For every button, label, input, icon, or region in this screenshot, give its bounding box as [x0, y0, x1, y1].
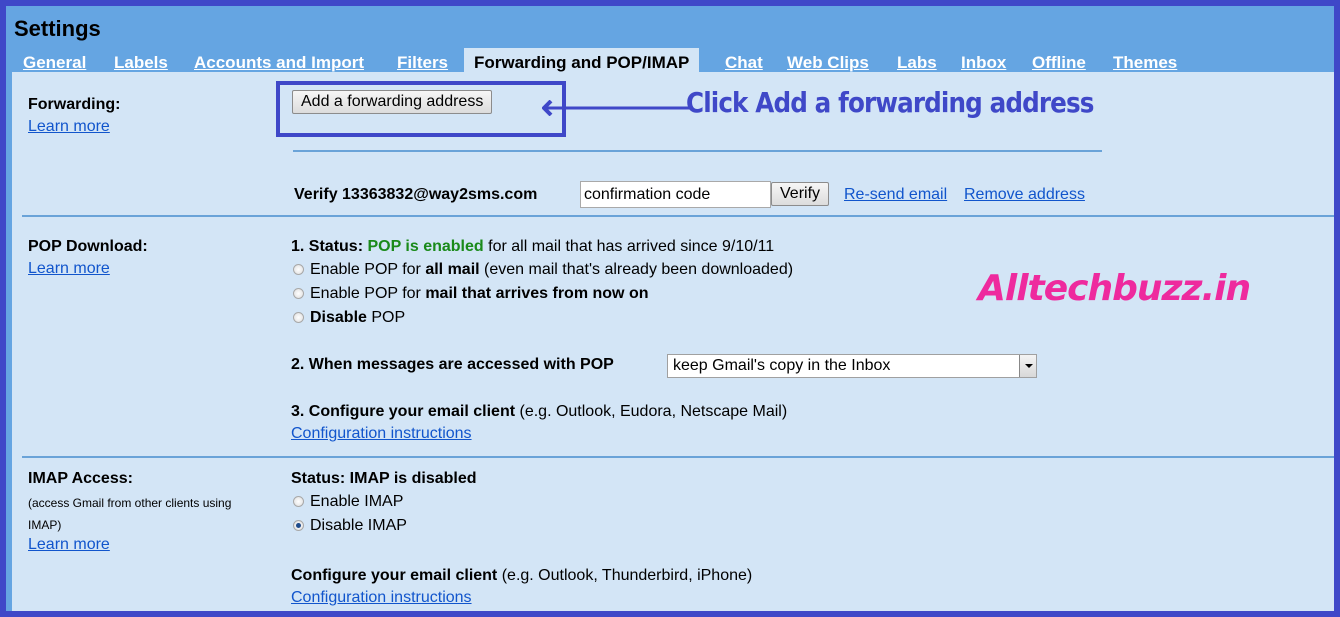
pop-option-all-mail[interactable]: Enable POP for all mail (even mail that'… — [293, 261, 793, 279]
remove-address-link[interactable]: Remove address — [964, 186, 1085, 204]
pop-when-accessed-label: 2. When messages are accessed with POP — [291, 356, 614, 373]
imap-configure-client: Configure your email client (e.g. Outloo… — [291, 567, 752, 585]
pop-action-selected-value: keep Gmail's copy in the Inbox — [673, 357, 891, 374]
watermark: Alltechbuzz.in — [978, 268, 1251, 309]
pop-heading: POP Download: — [28, 238, 148, 255]
callout-annotation: Click Add a forwarding address — [686, 86, 1094, 119]
page-title: Settings — [14, 16, 101, 41]
pop-configuration-instructions-link[interactable]: Configuration instructions — [291, 425, 472, 443]
option-bold-text: mail that arrives from now on — [425, 285, 649, 302]
option-text: Enable POP for — [310, 261, 426, 278]
pop-status-suffix: for all mail that has arrived since 9/10… — [483, 238, 775, 255]
pop-configure-rest: (e.g. Outlook, Eudora, Netscape Mail) — [515, 403, 788, 420]
radio-button[interactable] — [293, 312, 304, 323]
option-bold-text: Disable — [310, 309, 367, 326]
pop-status: 1. Status: POP is enabled for all mail t… — [291, 238, 774, 256]
pop-option-disable[interactable]: Disable POP — [293, 309, 405, 327]
forwarding-divider — [293, 150, 1102, 152]
imap-option-disable[interactable]: Disable IMAP — [293, 517, 407, 535]
confirmation-code-input[interactable]: confirmation code — [580, 181, 771, 208]
option-text: (even mail that's already been downloade… — [479, 261, 794, 278]
section-divider — [22, 215, 1334, 217]
option-text: Enable IMAP — [310, 493, 404, 510]
pop-status-prefix: 1. Status: — [291, 238, 368, 255]
arrow-left-icon — [542, 100, 690, 116]
verify-address-label: Verify 13363832@way2sms.com — [294, 186, 538, 203]
imap-configuration-instructions-link[interactable]: Configuration instructions — [291, 589, 472, 607]
imap-heading: IMAP Access: — [28, 470, 133, 487]
pop-option-from-now-on[interactable]: Enable POP for mail that arrives from no… — [293, 285, 648, 303]
option-text: POP — [366, 309, 406, 326]
imap-learn-more-link[interactable]: Learn more — [28, 536, 110, 554]
radio-button[interactable] — [293, 496, 304, 507]
highlight-box — [276, 81, 566, 137]
verify-button[interactable]: Verify — [771, 182, 830, 206]
section-divider — [22, 456, 1334, 458]
imap-configure-bold: Configure your email client — [291, 567, 498, 584]
settings-content: Forwarding: Learn more Add a forwarding … — [12, 72, 1334, 611]
pop-status-value: POP is enabled — [367, 238, 484, 255]
chevron-down-icon[interactable] — [1019, 355, 1036, 377]
pop-action-select[interactable]: keep Gmail's copy in the Inbox — [667, 354, 1037, 378]
forwarding-learn-more-link[interactable]: Learn more — [28, 118, 110, 136]
imap-configure-rest: (e.g. Outlook, Thunderbird, iPhone) — [497, 567, 753, 584]
pop-configure-bold: 3. Configure your email client — [291, 403, 516, 420]
pop-learn-more-link[interactable]: Learn more — [28, 260, 110, 278]
imap-option-enable[interactable]: Enable IMAP — [293, 493, 403, 511]
forwarding-heading: Forwarding: — [28, 96, 121, 113]
radio-button[interactable] — [293, 264, 304, 275]
radio-button[interactable] — [293, 288, 304, 299]
option-text: Disable IMAP — [310, 517, 407, 534]
radio-button-checked[interactable] — [293, 520, 304, 531]
imap-description: (access Gmail from other clients using I… — [28, 496, 232, 532]
pop-configure-client: 3. Configure your email client (e.g. Out… — [291, 403, 787, 421]
imap-status: Status: IMAP is disabled — [291, 470, 477, 487]
settings-window: Settings General Labels Accounts and Imp… — [6, 6, 1334, 611]
resend-email-link[interactable]: Re-send email — [844, 186, 947, 204]
option-bold-text: all mail — [425, 261, 480, 278]
option-text: Enable POP for — [310, 285, 426, 302]
